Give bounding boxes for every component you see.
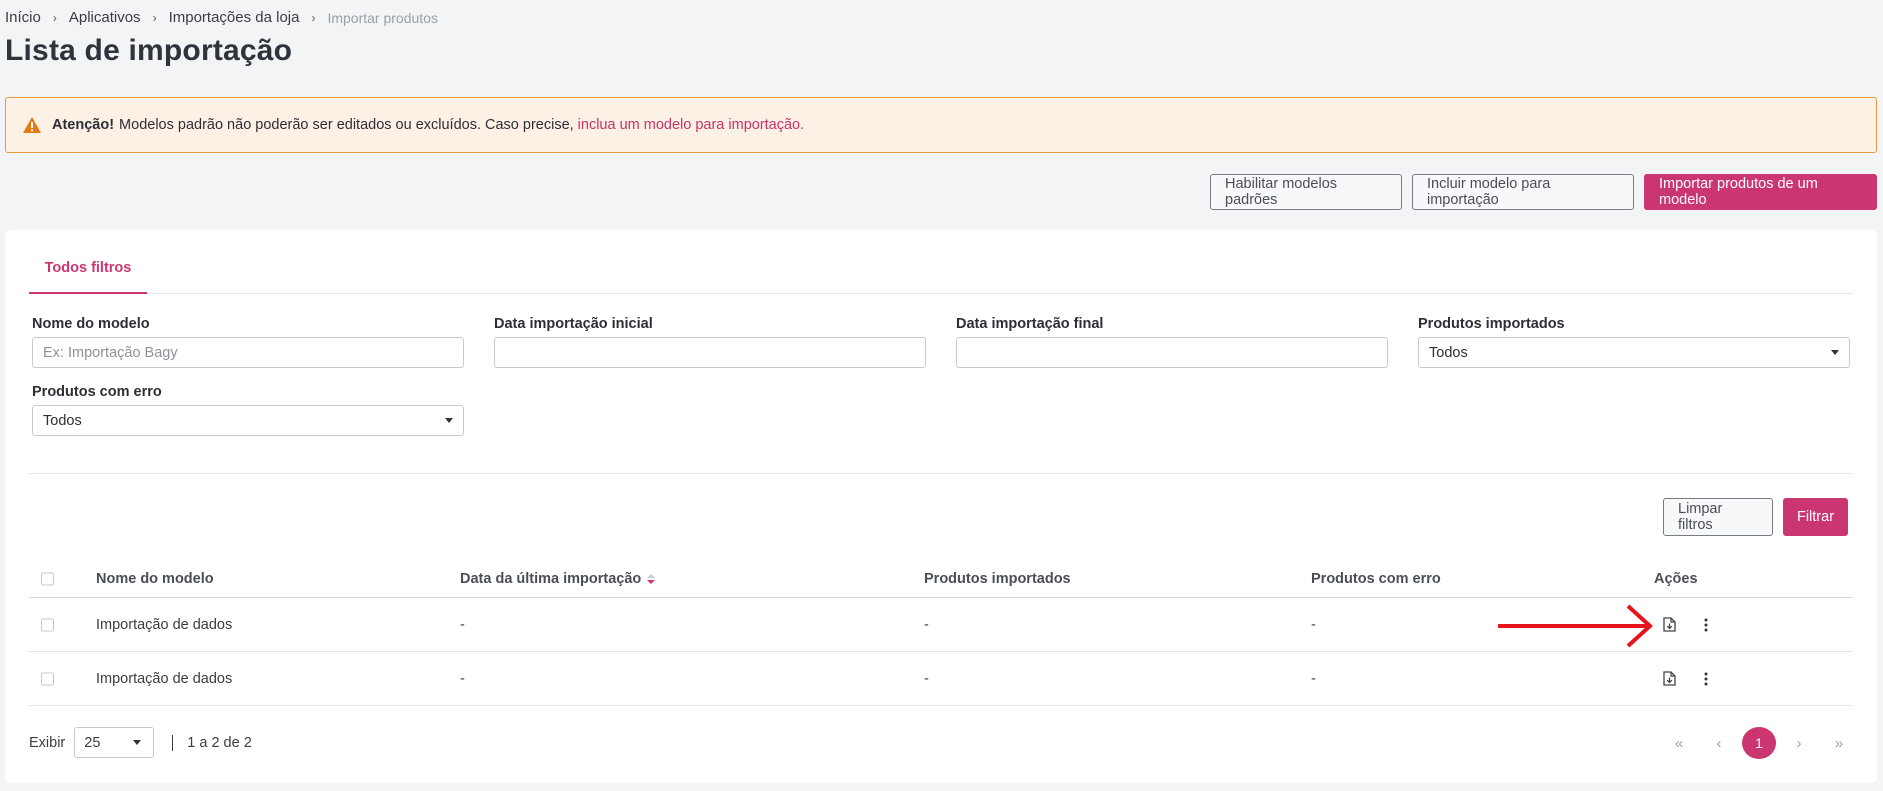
row-select-cell [41,618,54,631]
more-vertical-icon[interactable] [1696,669,1716,689]
row-select-cell [41,672,54,685]
cell-last-import: - [460,670,465,687]
page-size-select[interactable]: 25 [74,727,155,758]
column-header-last-import-label: Data da última importação [460,570,642,587]
chevron-right-icon: › [311,10,316,25]
include-model-button[interactable]: Incluir modelo para importação [1412,174,1634,210]
column-header-last-import[interactable]: Data da última importação [460,571,656,587]
last-page-button[interactable]: » [1819,727,1859,759]
chevron-right-icon: › [52,10,57,25]
model-name-label: Nome do modelo [32,316,150,332]
error-products-select[interactable]: Todos [32,405,464,436]
breadcrumb-item-apps[interactable]: Aplicativos [69,9,141,26]
cell-imported-products: - [924,670,929,687]
clear-filters-button[interactable]: Limpar filtros [1663,498,1773,536]
select-all-checkbox[interactable] [41,572,54,585]
next-page-button[interactable]: › [1779,727,1819,759]
filter-button[interactable]: Filtrar [1783,498,1848,536]
imported-products-filter: Produtos importados Todos [1418,316,1850,368]
include-model-link[interactable]: inclua um modelo para importação. [578,117,804,133]
imported-products-select[interactable]: Todos [1418,337,1850,368]
pagination: « ‹ 1 › » [1659,727,1859,759]
annotation-arrow-icon [1498,604,1653,648]
breadcrumb-item-home[interactable]: Início [5,9,41,26]
cell-error-products: - [1311,616,1316,633]
filter-actions: Limpar filtros Filtrar [1663,498,1848,536]
table-row: Importação de dados - - - [29,652,1853,706]
show-label: Exibir [29,734,66,751]
row-checkbox[interactable] [41,672,54,685]
breadcrumb: Início › Aplicativos › Importações da lo… [5,9,438,26]
sort-icon[interactable] [646,573,656,585]
alert-text: Modelos padrão não poderão ser editados … [119,117,574,133]
filters-and-table-card: Todos filtros Nome do modelo Ex: Importa… [5,230,1877,783]
row-checkbox[interactable] [41,618,54,631]
column-header-error-products[interactable]: Produtos com erro [1311,571,1441,587]
page-size-control: Exibir 25 1 a 2 de 2 [29,727,252,758]
end-date-filter: Data importação final [956,316,1388,368]
column-header-imported-products[interactable]: Produtos importados [924,571,1071,587]
imported-products-label: Produtos importados [1418,316,1565,332]
caret-down-icon [133,740,142,745]
more-vertical-icon[interactable] [1696,615,1716,635]
caret-down-icon [1831,350,1839,355]
tab-bar: Todos filtros [29,260,1853,294]
error-products-label: Produtos com erro [32,384,162,400]
tab-all-filters[interactable]: Todos filtros [29,260,147,294]
prev-page-button[interactable]: ‹ [1699,727,1739,759]
start-date-filter: Data importação inicial [494,316,926,368]
import-file-icon[interactable] [1659,615,1679,635]
cell-error-products: - [1311,670,1316,687]
imported-products-value: Todos [1429,344,1468,361]
row-actions [1659,669,1716,689]
filters-divider [29,473,1853,474]
enable-default-models-button[interactable]: Habilitar modelos padrões [1210,174,1402,210]
start-date-label: Data importação inicial [494,316,653,332]
alert-strong: Atenção! [52,117,115,133]
warning-icon [23,117,41,133]
warning-alert: Atenção! Modelos padrão não poderão ser … [5,97,1877,153]
top-actions: Habilitar modelos padrões Incluir modelo… [1210,174,1877,210]
column-header-actions: Ações [1654,570,1698,587]
cell-last-import: - [460,616,465,633]
results-range: 1 a 2 de 2 [187,734,252,751]
chevron-right-icon: › [152,10,157,25]
first-page-button[interactable]: « [1659,727,1699,759]
column-header-model-name[interactable]: Nome do modelo [96,571,214,587]
caret-down-icon [445,418,453,423]
error-products-filter: Produtos com erro Todos [32,384,464,436]
cell-model-name: Importação de dados [96,670,233,687]
end-date-input[interactable] [956,337,1388,368]
model-name-input[interactable]: Ex: Importação Bagy [32,337,464,368]
start-date-input[interactable] [494,337,926,368]
import-file-icon[interactable] [1659,669,1679,689]
row-actions [1659,615,1716,635]
header-cell-select [41,572,54,585]
model-name-filter: Nome do modelo Ex: Importação Bagy [32,316,464,368]
import-products-from-model-button[interactable]: Importar produtos de um modelo [1644,174,1877,210]
cell-imported-products: - [924,616,929,633]
cell-model-name: Importação de dados [96,616,233,633]
page-size-value: 25 [84,734,101,751]
breadcrumb-current: Importar produtos [327,9,438,26]
table-header: Nome do modelo Data da última importação… [29,560,1853,598]
error-products-value: Todos [43,412,82,429]
breadcrumb-item-store-imports[interactable]: Importações da loja [169,9,300,26]
end-date-label: Data importação final [956,316,1104,332]
page-title: Lista de importação [5,34,293,67]
page-button-current[interactable]: 1 [1742,727,1776,759]
separator [172,734,174,751]
